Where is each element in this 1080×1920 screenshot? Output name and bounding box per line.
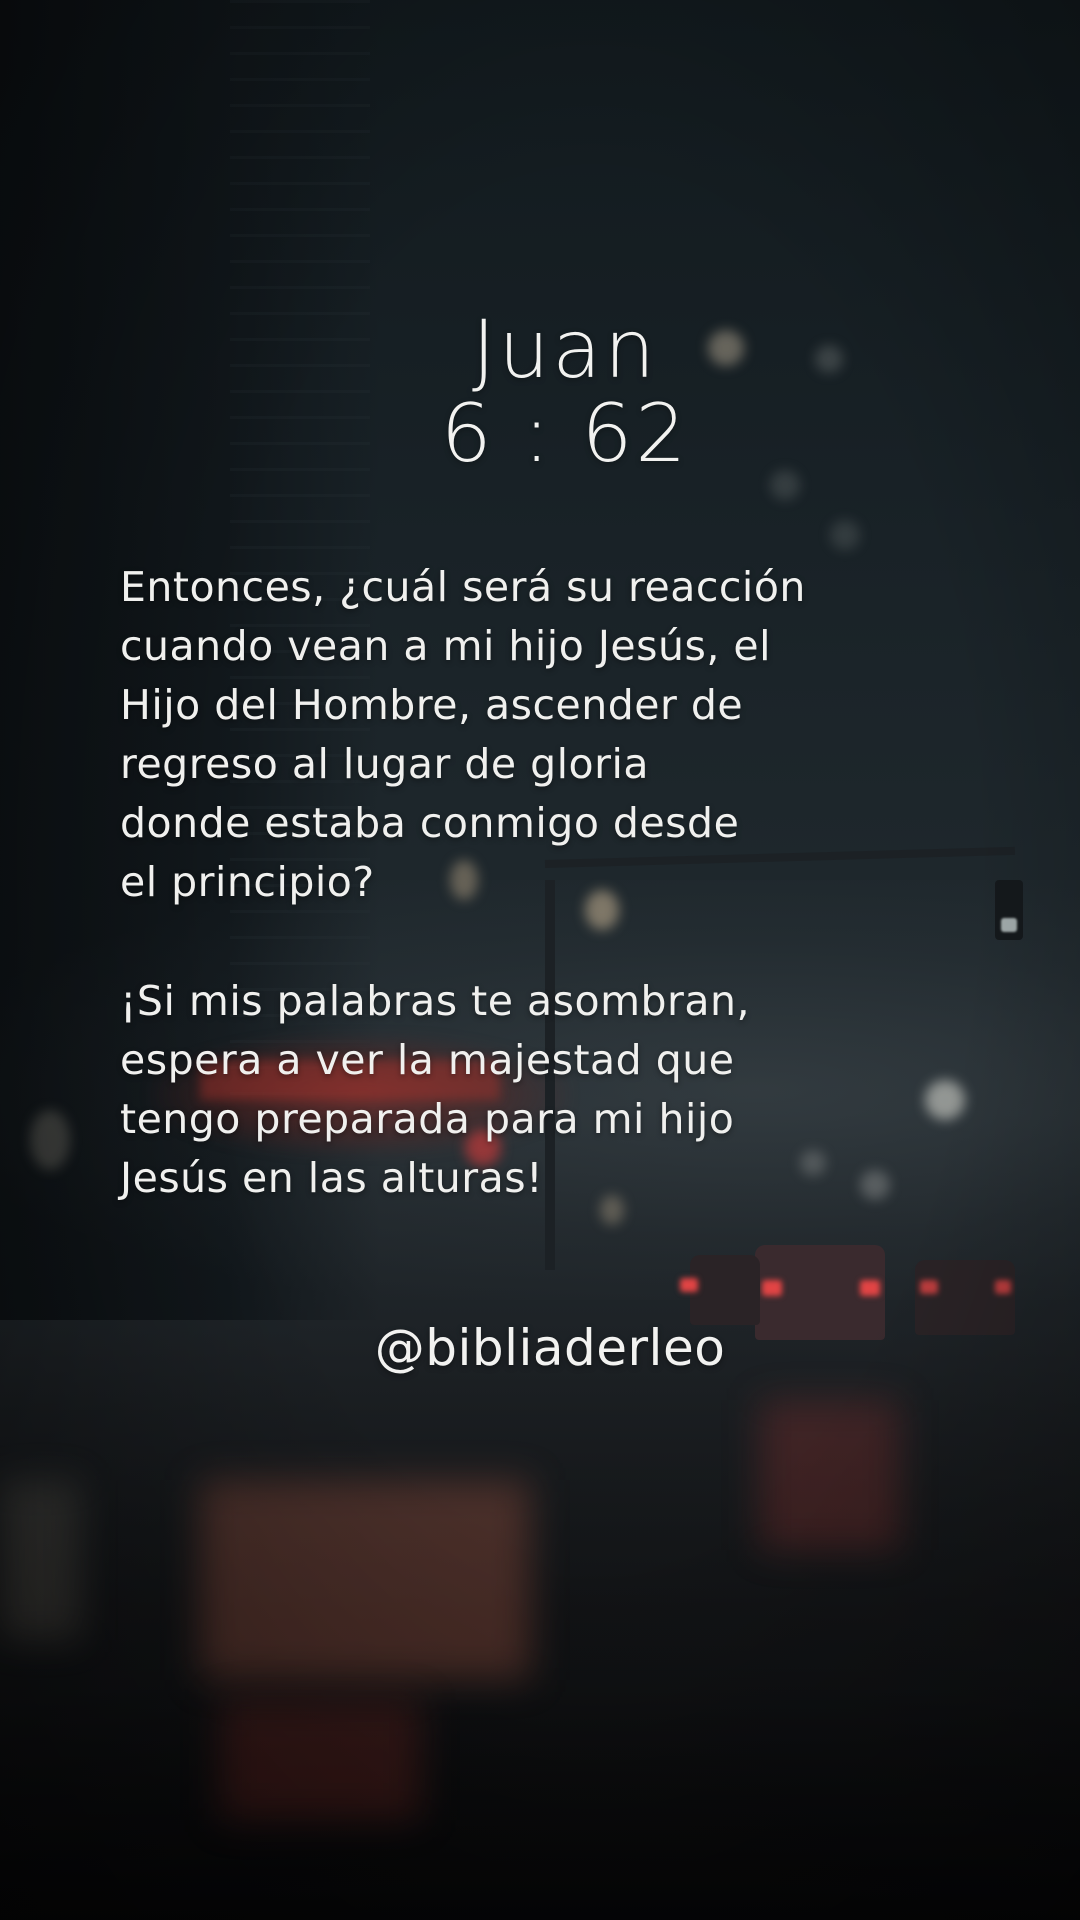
verse-line: donde estaba conmigo desde: [120, 799, 740, 847]
verse-line: ¡Si mis palabras te asombran,: [120, 977, 751, 1025]
vignette: [0, 0, 1080, 1920]
verse-paragraph-2: ¡Si mis palabras te asombran, espera a v…: [120, 972, 880, 1208]
verse-line: Jesús en las alturas!: [120, 1154, 544, 1202]
verse-line: Hijo del Hombre, ascender de: [120, 681, 744, 729]
verse-line: cuando vean a mi hijo Jesús, el: [120, 622, 772, 670]
verse-line: el principio?: [120, 858, 375, 906]
verse-reference: 6 : 62: [440, 387, 690, 480]
author-handle: @bibliaderleo: [374, 1319, 726, 1377]
verse-line: tengo preparada para mi hijo: [120, 1095, 735, 1143]
verse-line: regreso al lugar de gloria: [120, 740, 649, 788]
background-scene: Juan 6 : 62 Entonces, ¿cuál será su reac…: [0, 0, 1080, 1920]
verse-line: espera a ver la majestad que: [120, 1036, 735, 1084]
verse-line: Entonces, ¿cuál será su reacción: [120, 563, 806, 611]
verse-book: Juan: [471, 303, 659, 396]
verse-paragraph-1: Entonces, ¿cuál será su reacción cuando …: [120, 558, 880, 912]
